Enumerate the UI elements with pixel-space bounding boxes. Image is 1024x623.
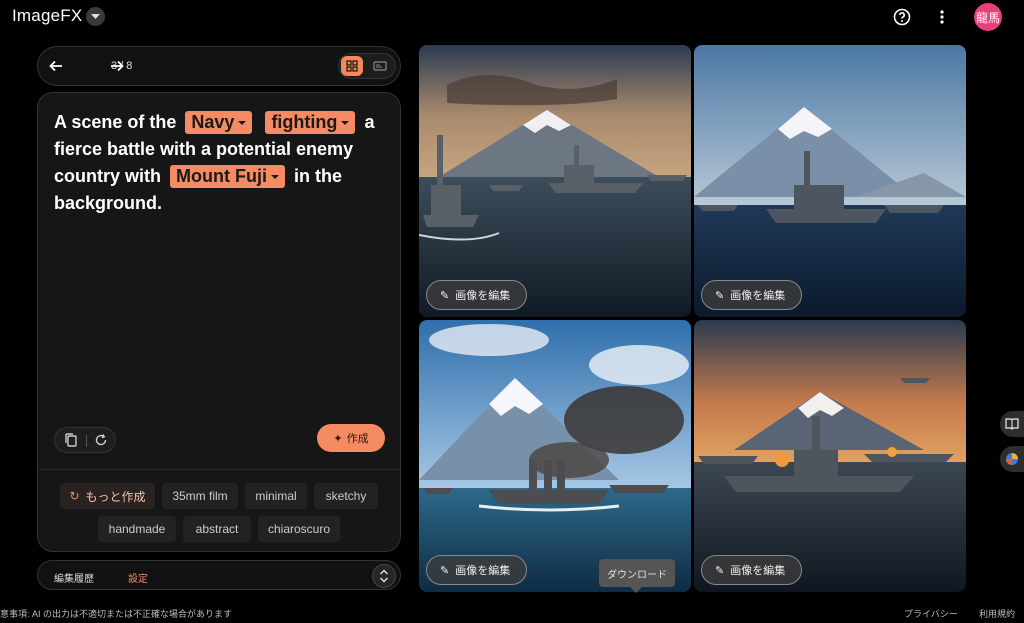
image-illustration: [419, 45, 691, 317]
edit-image-label: 画像を編集: [730, 565, 786, 577]
chip-label: Navy: [191, 112, 235, 132]
chip-dropdown-icon: [341, 121, 350, 126]
edit-image-button[interactable]: ✎ 画像を編集: [701, 555, 802, 585]
prompt-text-segment: A scene of the: [54, 112, 177, 132]
more-vert-icon[interactable]: [933, 8, 951, 26]
single-view-icon[interactable]: [371, 57, 389, 75]
edit-image-label: 画像を編集: [455, 290, 511, 302]
image-pager: 3 / 8: [37, 46, 401, 86]
gemini-icon[interactable]: [1000, 446, 1024, 472]
prompt-chip-navy[interactable]: Navy: [185, 111, 253, 134]
create-button-label: 作成: [346, 433, 369, 445]
chip-dropdown-icon: [238, 121, 247, 126]
style-tag[interactable]: sketchy: [314, 483, 378, 509]
edit-image-button[interactable]: ✎ 画像を編集: [701, 280, 802, 310]
generated-image-4[interactable]: ✎ 画像を編集: [694, 320, 966, 592]
prompt-chip-mount-fuji[interactable]: Mount Fuji: [170, 165, 285, 188]
create-button[interactable]: ✦ 作成: [317, 424, 385, 452]
image-illustration: [694, 45, 966, 317]
help-icon[interactable]: [893, 8, 911, 26]
style-tag[interactable]: minimal: [245, 483, 307, 509]
generated-image-1[interactable]: ✎ 画像を編集: [419, 45, 691, 317]
style-tag[interactable]: chiaroscuro: [258, 516, 340, 542]
more-create-button[interactable]: ↻ もっと作成: [60, 483, 155, 509]
edit-image-label: 画像を編集: [730, 290, 786, 302]
edit-image-button[interactable]: ✎ 画像を編集: [426, 280, 527, 310]
chip-label: Mount Fuji: [176, 166, 267, 186]
edit-pencil-icon: ✎: [715, 289, 725, 302]
sparkle-icon: ✦: [333, 432, 343, 445]
avatar[interactable]: 龍馬: [974, 3, 1002, 31]
download-tooltip: ダウンロード: [599, 559, 675, 593]
style-tag[interactable]: 35mm film: [162, 483, 238, 509]
edit-pencil-icon: ✎: [715, 564, 725, 577]
footer-disclaimer: 意事項: AI の出力は不適切または不正確な場合があります: [0, 609, 233, 619]
refresh-icon: ↻: [69, 489, 80, 503]
edit-image-label: 画像を編集: [455, 565, 511, 577]
prompt-panel: A scene of the Navy fighting a fierce ba…: [37, 92, 401, 552]
prompt-tools: [54, 427, 116, 453]
chip-dropdown-icon: [270, 175, 279, 180]
prev-arrow-icon[interactable]: [48, 58, 64, 74]
app-menu-chevron-icon[interactable]: [86, 7, 105, 26]
prompt-chip-fighting[interactable]: fighting: [265, 111, 356, 134]
image-illustration: [694, 320, 966, 592]
tab-history[interactable]: 編集履歴: [54, 570, 94, 585]
next-arrow-icon[interactable]: [109, 58, 125, 74]
bottom-tabs: 編集履歴 設定: [37, 560, 401, 590]
divider: [38, 469, 400, 470]
edit-image-button[interactable]: ✎ 画像を編集: [426, 555, 527, 585]
style-tag[interactable]: handmade: [98, 516, 176, 542]
edit-pencil-icon: ✎: [440, 564, 450, 577]
view-toggle: [338, 53, 396, 79]
top-bar: ImageFX 龍馬: [0, 0, 1024, 34]
app-title: ImageFX: [12, 6, 83, 25]
generated-image-3[interactable]: ✎ 画像を編集: [419, 320, 691, 592]
terms-link[interactable]: 利用規約: [979, 607, 1015, 620]
edit-pencil-icon: ✎: [440, 289, 450, 302]
book-icon[interactable]: [1000, 411, 1024, 437]
generated-image-2[interactable]: ✎ 画像を編集: [694, 45, 966, 317]
tab-settings[interactable]: 設定: [128, 570, 148, 585]
prompt-text[interactable]: A scene of the Navy fighting a fierce ba…: [54, 109, 389, 217]
chip-label: fighting: [271, 112, 338, 132]
image-illustration: [419, 320, 691, 592]
expand-icon[interactable]: [372, 564, 396, 588]
privacy-link[interactable]: プライバシー: [904, 607, 958, 620]
copy-icon[interactable]: [63, 432, 79, 448]
style-tag[interactable]: abstract: [183, 516, 251, 542]
grid-view-icon[interactable]: [341, 56, 363, 76]
divider: [86, 435, 87, 447]
reset-icon[interactable]: [93, 432, 109, 448]
more-create-label: もっと作成: [85, 489, 146, 504]
